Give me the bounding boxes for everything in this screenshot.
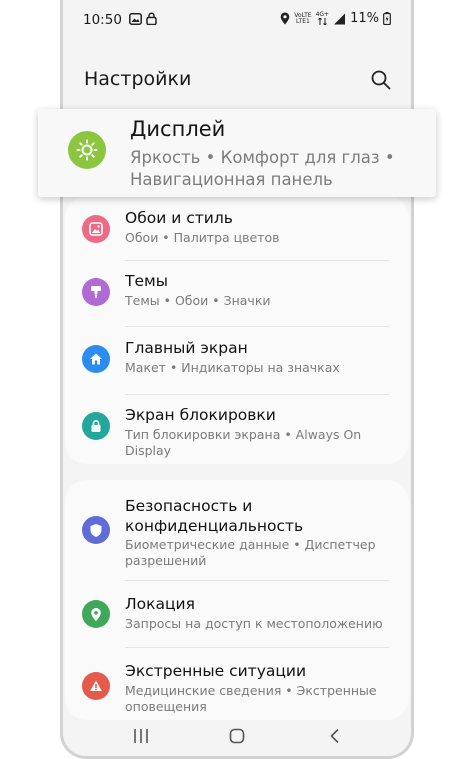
lock-notification-icon <box>146 12 157 25</box>
signal-icon <box>334 13 346 24</box>
back-icon <box>330 728 339 744</box>
display-subtitle: Яркость • Комфорт для глаз • Навигационн… <box>130 148 395 189</box>
themes-icon <box>82 278 110 306</box>
settings-item-lock-screen[interactable]: Экран блокировки Тип блокировки экрана •… <box>65 403 409 465</box>
network-indicator: 4G+ <box>316 12 329 25</box>
emergency-icon <box>82 672 110 700</box>
divider <box>125 260 389 261</box>
settings-item-wallpaper[interactable]: Обои и стиль Обои • Палитра цветов <box>65 202 409 264</box>
recents-icon <box>134 729 148 743</box>
settings-item-security-privacy[interactable]: Безопасность и конфиденциальность Биомет… <box>65 494 409 582</box>
settings-item-home-screen[interactable]: Главный экран Макет • Индикаторы на знач… <box>65 336 409 398</box>
display-title: Дисплей <box>130 117 226 141</box>
navigation-bar <box>63 716 411 756</box>
divider <box>125 326 389 327</box>
volte-indicator: VoLTE LTE1 <box>294 11 312 25</box>
screenshot: 10:50 VoLTE LTE1 4G+ 11% Настройки Обои … <box>0 0 474 759</box>
settings-item-display[interactable]: Дисплей Яркость • Комфорт для глаз • Нав… <box>38 109 436 197</box>
gallery-notification-icon <box>129 12 142 25</box>
settings-header: Настройки <box>63 60 411 104</box>
settings-group-security: Безопасность и конфиденциальность Биомет… <box>65 480 409 720</box>
divider <box>125 647 389 648</box>
lock-icon <box>82 412 110 440</box>
display-brightness-icon <box>68 131 106 169</box>
status-time: 10:50 <box>83 12 122 28</box>
status-bar: 10:50 VoLTE LTE1 4G+ 11% <box>63 0 411 34</box>
settings-item-themes[interactable]: Темы Темы • Обои • Значки <box>65 269 409 331</box>
page-title: Настройки <box>84 68 192 90</box>
battery-charging-icon <box>383 12 391 25</box>
home-nav-icon <box>229 728 245 744</box>
divider <box>125 394 389 395</box>
recent-apps-button[interactable] <box>129 724 153 748</box>
divider <box>125 580 389 581</box>
settings-group-personalization: Обои и стиль Обои • Палитра цветов Темы … <box>65 196 409 464</box>
home-button[interactable] <box>225 724 249 748</box>
home-icon <box>82 345 110 373</box>
location-status-icon <box>280 12 290 25</box>
location-icon <box>82 600 110 628</box>
search-icon <box>371 70 391 90</box>
search-button[interactable] <box>369 68 393 92</box>
back-button[interactable] <box>323 724 347 748</box>
battery-percent: 11% <box>350 11 379 26</box>
settings-item-location[interactable]: Локация Запросы на доступ к местоположен… <box>65 589 409 651</box>
shield-icon <box>82 516 110 544</box>
wallpaper-icon <box>82 215 110 243</box>
